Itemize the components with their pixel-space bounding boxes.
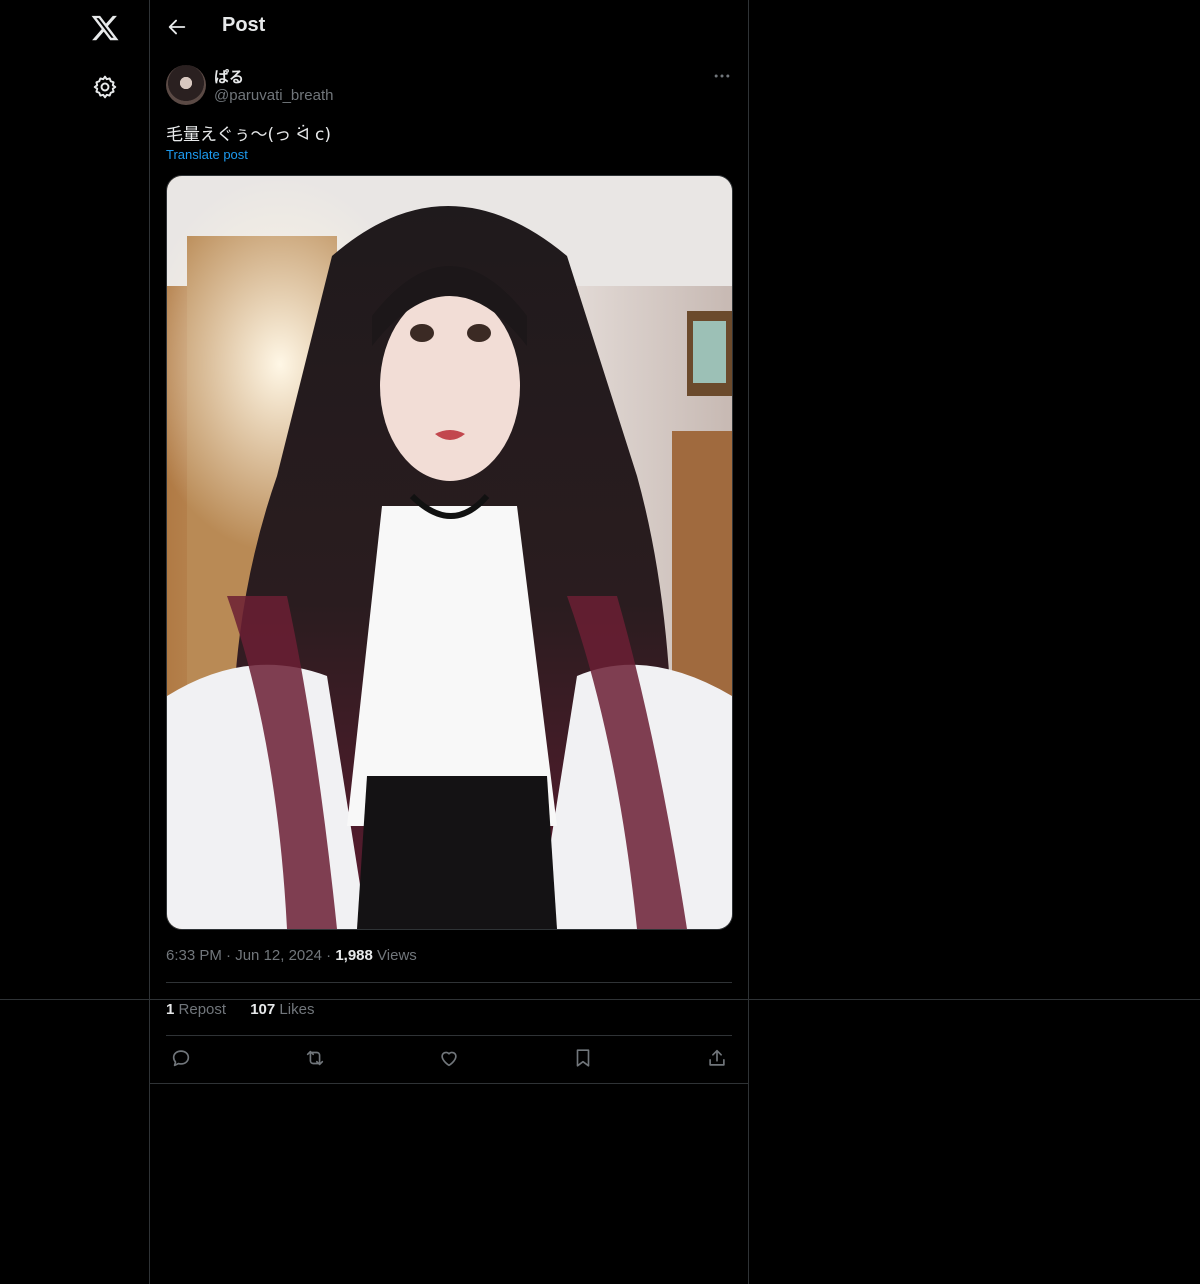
post-header: Post — [150, 0, 748, 54]
post-image[interactable] — [166, 175, 733, 930]
likes-count: 107 — [250, 1001, 276, 1018]
views-label: Views — [377, 947, 417, 964]
reposts-stat[interactable]: 1 Repost — [166, 1001, 226, 1018]
likes-label: Likes — [279, 1001, 315, 1018]
x-logo-icon[interactable] — [90, 13, 120, 43]
avatar[interactable] — [166, 65, 206, 105]
divider — [166, 982, 732, 983]
meta-separator: · — [221, 947, 236, 964]
post-date[interactable]: Jun 12, 2024 — [235, 947, 322, 964]
more-icon[interactable] — [712, 66, 732, 86]
divider — [0, 999, 1200, 1000]
repost-icon[interactable] — [304, 1047, 326, 1069]
post-actions — [150, 1036, 748, 1082]
like-icon[interactable] — [438, 1047, 460, 1069]
author-handle[interactable]: @paruvati_breath — [214, 87, 333, 104]
share-icon[interactable] — [706, 1047, 728, 1069]
selfie-photo — [167, 176, 732, 929]
post-stats: 1 Repost 107 Likes — [166, 1001, 334, 1018]
post-meta: 6:33 PM · Jun 12, 2024 · 1,988 Views — [166, 947, 417, 964]
reposts-label: Repost — [178, 1001, 227, 1018]
author-display-name[interactable]: ぱる — [214, 66, 244, 87]
bookmark-icon[interactable] — [572, 1047, 594, 1069]
likes-stat[interactable]: 107 Likes — [250, 1001, 314, 1018]
translate-post-link[interactable]: Translate post — [166, 147, 248, 162]
left-sidebar — [0, 0, 150, 1284]
main-column: Post ぱる @paruvati_breath 毛量えぐぅ〜(っ ᐛ c) T… — [150, 0, 749, 1284]
post-text: 毛量えぐぅ〜(っ ᐛ c) — [166, 125, 331, 145]
post-time[interactable]: 6:33 PM — [166, 947, 222, 964]
page: Post ぱる @paruvati_breath 毛量えぐぅ〜(っ ᐛ c) T… — [0, 0, 1200, 1284]
reply-icon[interactable] — [170, 1047, 192, 1069]
gear-icon[interactable] — [92, 74, 118, 100]
back-arrow-icon[interactable] — [166, 16, 188, 38]
meta-separator: · — [321, 947, 336, 964]
views-count: 1,988 — [335, 947, 373, 964]
divider — [150, 1083, 748, 1084]
reposts-count: 1 — [166, 1001, 175, 1018]
page-title: Post — [222, 14, 266, 36]
